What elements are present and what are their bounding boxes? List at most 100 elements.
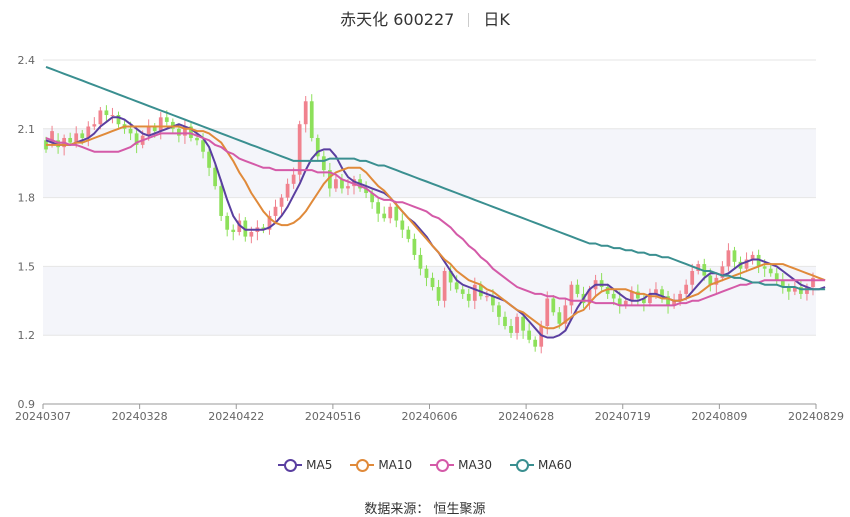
x-tick-label: 20240307 [15, 410, 71, 423]
candle-body [346, 186, 350, 189]
candle-body [418, 254, 423, 269]
candle-body [249, 232, 254, 237]
candle-body [400, 220, 405, 230]
candle-body [503, 316, 507, 327]
candle-body [98, 110, 103, 125]
legend-item-ma30[interactable]: MA30 [430, 458, 492, 472]
legend-label: MA10 [378, 458, 413, 472]
legend-label: MA60 [538, 458, 572, 472]
legend-item-ma5[interactable]: MA5 [278, 458, 332, 472]
candle-body [291, 174, 296, 184]
candle-body [219, 186, 224, 216]
candle-body [454, 282, 459, 290]
legend-swatch [278, 458, 303, 472]
legend-circle [356, 459, 370, 472]
candle-body [273, 206, 278, 216]
legend: MA5 MA10 MA30 MA60 [0, 458, 850, 472]
candle-body [110, 115, 115, 117]
candle-body [285, 183, 290, 198]
y-tick-label: 1.2 [18, 329, 36, 342]
legend-swatch [430, 458, 455, 472]
x-tick-label: 20240516 [305, 410, 361, 423]
candle-body [533, 339, 538, 347]
candle-body [484, 296, 489, 298]
candle-body [321, 156, 326, 171]
candle-body [436, 287, 441, 301]
legend-swatch [350, 458, 375, 472]
candle-body [279, 197, 284, 207]
x-tick-label: 20240719 [595, 410, 651, 423]
legend-item-ma60[interactable]: MA60 [510, 458, 572, 472]
candle-body [382, 213, 387, 219]
candle-body [774, 273, 779, 281]
legend-circle [436, 459, 450, 472]
x-tick-label: 20240422 [208, 410, 264, 423]
candle-body [412, 238, 417, 255]
candle-body [213, 167, 217, 187]
candle-body [225, 215, 230, 230]
y-tick-label: 1.5 [18, 260, 36, 273]
candle-body [545, 298, 550, 327]
candle-body [684, 284, 689, 294]
candle-body [158, 117, 163, 132]
candle-body [521, 316, 525, 331]
candle-body [406, 229, 411, 239]
candle-body [569, 284, 574, 306]
candle-body [527, 330, 532, 340]
candle-body [128, 128, 133, 134]
candle-body [726, 250, 731, 267]
candle-body [497, 305, 501, 317]
x-tick-label: 20240606 [402, 410, 458, 423]
candle-body [690, 270, 695, 285]
candle-body [68, 137, 73, 143]
candle-body [599, 280, 604, 288]
legend-label: MA5 [306, 458, 333, 472]
candlestick-chart: 2.42.11.81.51.20.9 20240307 20240328 20240… [15, 54, 844, 423]
candle-body [334, 179, 338, 189]
legend-item-ma10[interactable]: MA10 [350, 458, 412, 472]
candle-body [460, 289, 465, 294]
candle-body [303, 101, 308, 125]
x-axis: 20240307 20240328 20240422 20240516 20240606… [15, 403, 844, 423]
candle-body [509, 326, 513, 333]
candle-body [768, 268, 773, 274]
grid-lines [43, 59, 816, 405]
candle-body [164, 117, 169, 122]
candle-body [388, 206, 393, 219]
candle-body [394, 206, 399, 221]
candle-body [762, 266, 767, 269]
candle-body [732, 250, 737, 262]
data-source: 数据来源： 恒生聚源 [364, 502, 486, 517]
grid-band [43, 128, 816, 198]
candle-body [231, 229, 236, 232]
y-tick-label: 2.4 [18, 54, 36, 67]
candle-body [177, 128, 181, 136]
candle-body [466, 293, 471, 301]
candle-body [472, 284, 477, 301]
legend-label: MA30 [458, 458, 493, 472]
x-tick-label: 20240829 [788, 410, 844, 423]
candle-body [309, 101, 314, 138]
candle-body [376, 202, 381, 214]
candle-body [92, 124, 97, 127]
grid-bands [43, 128, 816, 336]
legend-circle [284, 459, 298, 472]
candle-body [424, 268, 429, 278]
candle-body [195, 137, 199, 141]
candle-body [551, 298, 556, 313]
candle-body [515, 316, 519, 333]
candle-body [557, 312, 562, 324]
candle-body [201, 140, 205, 152]
candle-body [575, 284, 580, 294]
candle-body [104, 110, 109, 116]
y-tick-label: 2.1 [18, 123, 36, 136]
candle-body [297, 124, 302, 175]
candle-body [207, 151, 211, 168]
legend-circle [516, 459, 530, 472]
x-tick-label: 20240328 [112, 410, 168, 423]
legend-swatch [510, 458, 535, 472]
x-tick-label: 20240809 [691, 410, 747, 423]
candle-body [442, 270, 447, 301]
candle-body [80, 133, 85, 138]
y-axis-labels: 2.42.11.81.51.20.9 [18, 54, 36, 411]
